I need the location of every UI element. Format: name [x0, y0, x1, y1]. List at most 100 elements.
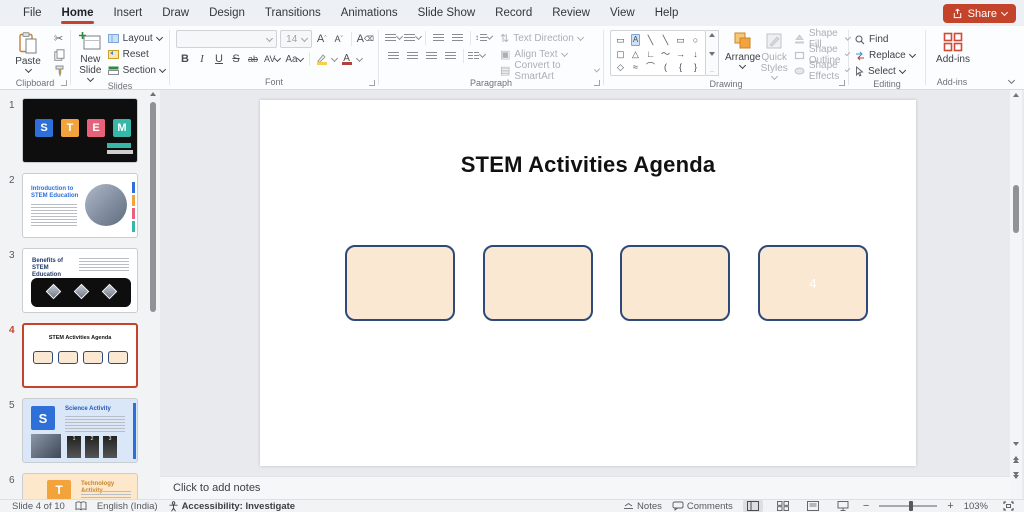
menu-animations[interactable]: Animations [332, 2, 407, 25]
accessibility-status[interactable]: Accessibility: Investigate [168, 501, 296, 512]
zoom-level[interactable]: 103% [964, 501, 988, 512]
numbering-button[interactable] [404, 30, 421, 45]
menu-record[interactable]: Record [486, 2, 541, 25]
line-shape-icon[interactable]: ╲ [648, 35, 653, 45]
align-center-button[interactable] [404, 48, 421, 63]
font-size-combobox[interactable]: 14 [280, 30, 312, 48]
rectangle-shape-icon[interactable]: ▭ [616, 35, 625, 45]
strikethrough-button[interactable]: S [229, 51, 243, 67]
gallery-scroll-up-icon[interactable] [709, 33, 715, 37]
curve-shape-icon[interactable]: ( [664, 62, 667, 72]
font-dialog-launcher[interactable] [369, 80, 375, 86]
collapse-ribbon-chevron-icon[interactable] [1008, 77, 1015, 84]
menu-view[interactable]: View [601, 2, 644, 25]
scroll-up-icon[interactable] [150, 92, 156, 96]
menu-help[interactable]: Help [646, 2, 688, 25]
change-case-button[interactable]: Aa [284, 51, 303, 67]
copy-icon[interactable] [54, 48, 65, 61]
agenda-box-3[interactable] [620, 245, 730, 321]
thumbnail-slide-1[interactable]: 1 S T E M [0, 98, 160, 163]
quick-styles-button[interactable]: Quick Styles [761, 30, 788, 79]
menu-home[interactable]: Home [53, 2, 103, 25]
underline-button[interactable]: U [212, 51, 226, 67]
shape-effects-button[interactable]: Shape Effects [794, 64, 850, 77]
menu-slide-show[interactable]: Slide Show [409, 2, 485, 25]
slideshow-view-button[interactable] [833, 500, 853, 512]
zoom-out-button[interactable]: − [863, 500, 869, 512]
thumbnail-slide-3[interactable]: 3 Benefits of STEM Education [0, 248, 160, 313]
left-brace-shape-icon[interactable]: { [679, 62, 682, 72]
reading-view-button[interactable] [803, 500, 823, 512]
thumbnail-slide-5[interactable]: 5 S Science Activity 1 2 3 [0, 398, 160, 463]
main-scrollbar-thumb[interactable] [1013, 185, 1019, 233]
cut-icon[interactable]: ✂ [54, 32, 65, 45]
clear-formatting-button[interactable]: A⌫ [357, 31, 374, 47]
normal-view-button[interactable] [743, 500, 763, 512]
menu-review[interactable]: Review [543, 2, 599, 25]
agenda-box-2[interactable] [483, 245, 593, 321]
convert-to-smartart-button[interactable]: ▤ Convert to SmartArt [500, 64, 599, 77]
scribble-shape-icon[interactable]: ≈ [633, 62, 638, 72]
thumbnail-slide-4[interactable]: 4 STEM Activities Agenda [0, 323, 160, 388]
line-spacing-button[interactable]: ↕ [475, 30, 492, 45]
align-right-button[interactable] [423, 48, 440, 63]
grow-font-button[interactable]: Aˆ [315, 31, 329, 47]
slide-sorter-view-button[interactable] [773, 500, 793, 512]
arrange-button[interactable]: Arrange [725, 30, 761, 79]
section-button[interactable]: Section [108, 64, 165, 77]
thumbnail-scrollbar-thumb[interactable] [150, 102, 156, 312]
comments-toggle[interactable]: Comments [672, 501, 733, 512]
slide-canvas[interactable]: STEM Activities Agenda 4 [260, 100, 916, 466]
shape-gallery[interactable]: ▭ A ╲ ╲ ▭ ○ ▢ △ ∟ ～ → ↓ ◇ ≈ ⌒ ( { [610, 30, 706, 76]
font-name-combobox[interactable] [176, 30, 277, 48]
menu-draw[interactable]: Draw [153, 2, 198, 25]
menu-design[interactable]: Design [200, 2, 254, 25]
justify-button[interactable] [442, 48, 459, 63]
shrink-font-button[interactable]: Aˇ [332, 31, 346, 47]
bold-button[interactable]: B [178, 51, 192, 67]
addins-button[interactable]: Add-ins [932, 30, 974, 75]
thumbnail-scrollbar[interactable] [148, 90, 158, 500]
layout-button[interactable]: Layout [108, 32, 165, 45]
rounded-rect-shape-icon[interactable]: ▢ [616, 49, 625, 59]
highlight-color-button[interactable] [315, 51, 329, 67]
arc-shape-icon[interactable]: ⌒ [646, 62, 655, 72]
language-status[interactable]: English (India) [97, 501, 158, 512]
gallery-more-icon[interactable] [709, 71, 715, 73]
down-arrow-shape-icon[interactable]: ↓ [693, 49, 698, 59]
find-button[interactable]: Find [855, 33, 915, 46]
gallery-scroll-down-icon[interactable] [709, 52, 715, 56]
text-direction-button[interactable]: ⇅ Text Direction [500, 32, 599, 45]
freeform-shape-icon[interactable]: ◇ [617, 62, 624, 72]
slide-title[interactable]: STEM Activities Agenda [260, 152, 916, 178]
format-painter-icon[interactable] [54, 64, 65, 77]
agenda-box-1[interactable] [345, 245, 455, 321]
text-shadow-button[interactable]: ab [246, 51, 260, 67]
menu-file[interactable]: File [14, 2, 51, 25]
drawing-dialog-launcher[interactable] [839, 80, 845, 86]
fit-to-window-button[interactable] [998, 500, 1018, 512]
scroll-down-icon[interactable] [1013, 442, 1019, 446]
rectangle2-shape-icon[interactable]: ▭ [676, 35, 685, 45]
thumbnail-slide-6[interactable]: 6 T Technology Activity [0, 473, 160, 500]
new-slide-button[interactable]: New Slide [77, 30, 104, 81]
right-brace-shape-icon[interactable]: } [694, 62, 697, 72]
scroll-up-icon[interactable] [1013, 93, 1019, 97]
align-left-button[interactable] [385, 48, 402, 63]
agenda-box-4[interactable]: 4 [758, 245, 868, 321]
bullets-button[interactable] [385, 30, 402, 45]
zoom-in-button[interactable]: + [947, 500, 953, 512]
menu-insert[interactable]: Insert [104, 2, 151, 25]
elbow-connector-shape-icon[interactable]: ∟ [646, 49, 655, 59]
text-box-shape-icon[interactable]: A [631, 34, 640, 46]
font-color-button[interactable]: A [340, 51, 354, 67]
triangle-shape-icon[interactable]: △ [632, 49, 639, 59]
columns-button[interactable] [468, 48, 485, 63]
menu-transitions[interactable]: Transitions [256, 2, 330, 25]
select-button[interactable]: Select [855, 65, 915, 78]
notes-toggle[interactable]: Notes [623, 501, 662, 512]
clipboard-dialog-launcher[interactable] [61, 80, 67, 86]
character-spacing-button[interactable]: AV [263, 51, 281, 67]
increase-indent-button[interactable] [449, 30, 466, 45]
oval-shape-icon[interactable]: ○ [693, 35, 698, 45]
